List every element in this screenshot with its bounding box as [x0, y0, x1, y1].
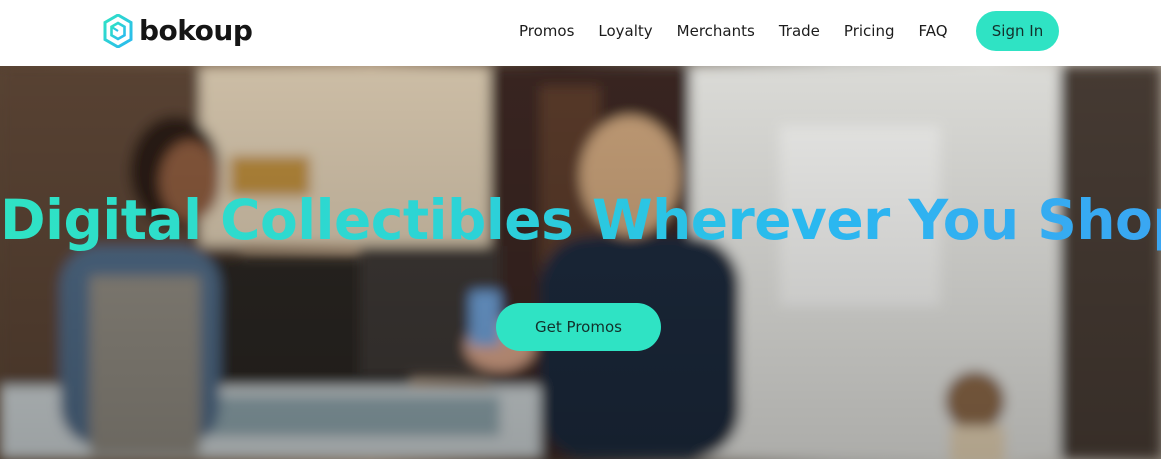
nav-item-loyalty[interactable]: Loyalty	[598, 21, 652, 41]
nav-item-trade[interactable]: Trade	[779, 21, 820, 41]
hero-title: Digital Collectibles Wherever You Shop	[0, 188, 1161, 252]
nav-item-promos[interactable]: Promos	[519, 21, 574, 41]
hero-background-photo	[0, 66, 1161, 459]
hexagon-cube-icon	[103, 14, 133, 48]
main-nav: Promos Loyalty Merchants Trade Pricing F…	[519, 21, 972, 41]
nav-item-faq[interactable]: FAQ	[918, 21, 947, 41]
brand-logo-link[interactable]: bokoup	[103, 13, 253, 49]
nav-item-merchants[interactable]: Merchants	[677, 21, 755, 41]
get-promos-button[interactable]: Get Promos	[496, 303, 661, 351]
sign-in-button[interactable]: Sign In	[976, 11, 1059, 51]
top-navbar: bokoup Promos Loyalty Merchants Trade Pr…	[0, 0, 1161, 66]
hero-section: Digital Collectibles Wherever You Shop G…	[0, 66, 1161, 459]
nav-item-pricing[interactable]: Pricing	[844, 21, 895, 41]
brand-name: bokoup	[139, 14, 253, 47]
